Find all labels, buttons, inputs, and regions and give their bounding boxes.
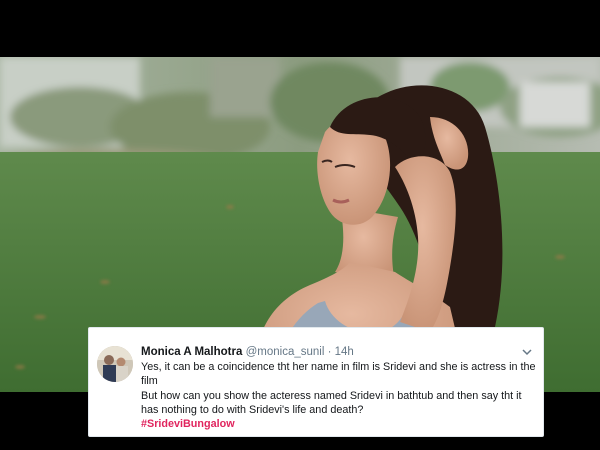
chevron-down-icon[interactable] — [521, 346, 533, 358]
tweet-card[interactable]: Monica A Malhotra @monica_sunil · 14h Ye… — [88, 327, 544, 437]
hashtag-link[interactable]: #SrideviBungalow — [141, 418, 235, 430]
letterbox-top — [0, 0, 600, 57]
tweet-text: Yes, it can be a coincidence tht her nam… — [141, 360, 539, 431]
timestamp[interactable]: 14h — [335, 346, 354, 358]
display-name[interactable]: Monica A Malhotra — [141, 346, 242, 358]
avatar[interactable] — [97, 346, 133, 382]
tweet-header: Monica A Malhotra @monica_sunil · 14h — [141, 344, 517, 360]
tweet-line-2: But how can you show the acteress named … — [141, 389, 522, 416]
avatar-photo — [97, 346, 133, 382]
separator-dot: · — [327, 346, 332, 358]
handle[interactable]: @monica_sunil — [246, 346, 325, 358]
tweet-line-1: Yes, it can be a coincidence tht her nam… — [141, 361, 536, 388]
